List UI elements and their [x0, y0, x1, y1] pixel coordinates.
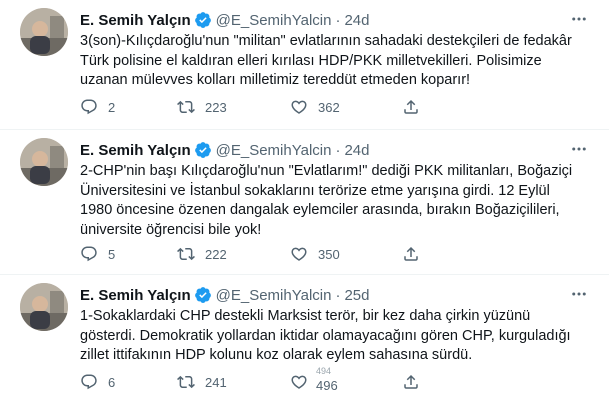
retweet-button[interactable]: 222: [177, 245, 227, 263]
tweet-text: 1-Sokaklardaki CHP destekli Marksist ter…: [80, 308, 571, 364]
retweet-icon: [177, 98, 195, 116]
share-button[interactable]: [402, 245, 420, 263]
retweet-count: 222: [205, 246, 227, 262]
share-button[interactable]: [402, 98, 420, 116]
avatar[interactable]: [20, 283, 68, 331]
share-button[interactable]: [402, 373, 420, 391]
retweet-icon: [177, 373, 195, 391]
tweet-text: 2-CHP'nin başı Kılıçdaroğlu'nun "Evlatla…: [80, 163, 573, 238]
author-name[interactable]: E. Semih Yalçın: [80, 12, 191, 29]
verified-badge-icon: [194, 141, 212, 159]
tweet-feed: E. Semih Yalçın @E_SemihYalcin · 24d 3(s…: [0, 0, 609, 408]
share-icon: [402, 98, 420, 116]
share-icon: [402, 245, 420, 263]
retweet-button[interactable]: 241: [177, 373, 227, 391]
retweet-button[interactable]: 223: [177, 98, 227, 116]
reply-count: 2: [108, 99, 116, 115]
avatar[interactable]: [20, 8, 68, 56]
tweet-text: 3(son)-Kılıçdaroğlu'nun "militan" evlatl…: [80, 33, 572, 89]
heart-icon: [290, 373, 308, 391]
tweet-timestamp[interactable]: 24d: [344, 12, 369, 29]
author-handle[interactable]: @E_SemihYalcin: [216, 12, 332, 29]
separator: ·: [335, 141, 341, 159]
author-handle[interactable]: @E_SemihYalcin: [216, 287, 332, 304]
tweet[interactable]: E. Semih Yalçın @E_SemihYalcin · 24d 2-C…: [0, 130, 609, 275]
more-icon[interactable]: [569, 9, 589, 29]
reply-count: 5: [108, 246, 116, 262]
like-count: 362: [318, 99, 340, 115]
avatar[interactable]: [20, 138, 68, 186]
tweet-actions: 2 223 362: [80, 97, 500, 117]
share-icon: [402, 373, 420, 391]
tweet-header: E. Semih Yalçın @E_SemihYalcin · 24d: [80, 140, 569, 160]
like-button[interactable]: 350: [290, 245, 340, 263]
tweet-header: E. Semih Yalçın @E_SemihYalcin · 25d: [80, 285, 569, 305]
like-count: 350: [318, 246, 340, 262]
like-count-previous: 494: [316, 366, 332, 376]
more-icon[interactable]: [569, 139, 589, 159]
reply-button[interactable]: 5: [80, 245, 115, 263]
heart-icon: [290, 98, 308, 116]
reply-icon: [80, 373, 98, 391]
tweet-actions: 6 241 494 496: [80, 366, 500, 393]
tweet[interactable]: E. Semih Yalçın @E_SemihYalcin · 25d 1-S…: [0, 275, 609, 408]
reply-count: 6: [108, 374, 116, 390]
tweet-timestamp[interactable]: 24d: [344, 142, 369, 159]
separator: ·: [335, 11, 341, 29]
reply-button[interactable]: 6: [80, 373, 115, 391]
author-handle[interactable]: @E_SemihYalcin: [216, 142, 332, 159]
tweet-timestamp[interactable]: 25d: [344, 287, 369, 304]
more-icon[interactable]: [569, 284, 589, 304]
retweet-count: 223: [205, 99, 227, 115]
author-name[interactable]: E. Semih Yalçın: [80, 142, 191, 159]
tweet-actions: 5 222 350: [80, 244, 500, 264]
retweet-icon: [177, 245, 195, 263]
verified-badge-icon: [194, 11, 212, 29]
reply-icon: [80, 245, 98, 263]
like-count: 496: [316, 378, 338, 393]
heart-icon: [290, 245, 308, 263]
reply-button[interactable]: 2: [80, 98, 115, 116]
tweet-header: E. Semih Yalçın @E_SemihYalcin · 24d: [80, 10, 569, 30]
retweet-count: 241: [205, 374, 227, 390]
verified-badge-icon: [194, 286, 212, 304]
like-button[interactable]: 494 496: [290, 366, 346, 393]
separator: ·: [335, 286, 341, 304]
like-count-animating: 494 496: [316, 366, 346, 393]
author-name[interactable]: E. Semih Yalçın: [80, 287, 191, 304]
like-button[interactable]: 362: [290, 98, 340, 116]
reply-icon: [80, 98, 98, 116]
tweet[interactable]: E. Semih Yalçın @E_SemihYalcin · 24d 3(s…: [0, 0, 609, 130]
